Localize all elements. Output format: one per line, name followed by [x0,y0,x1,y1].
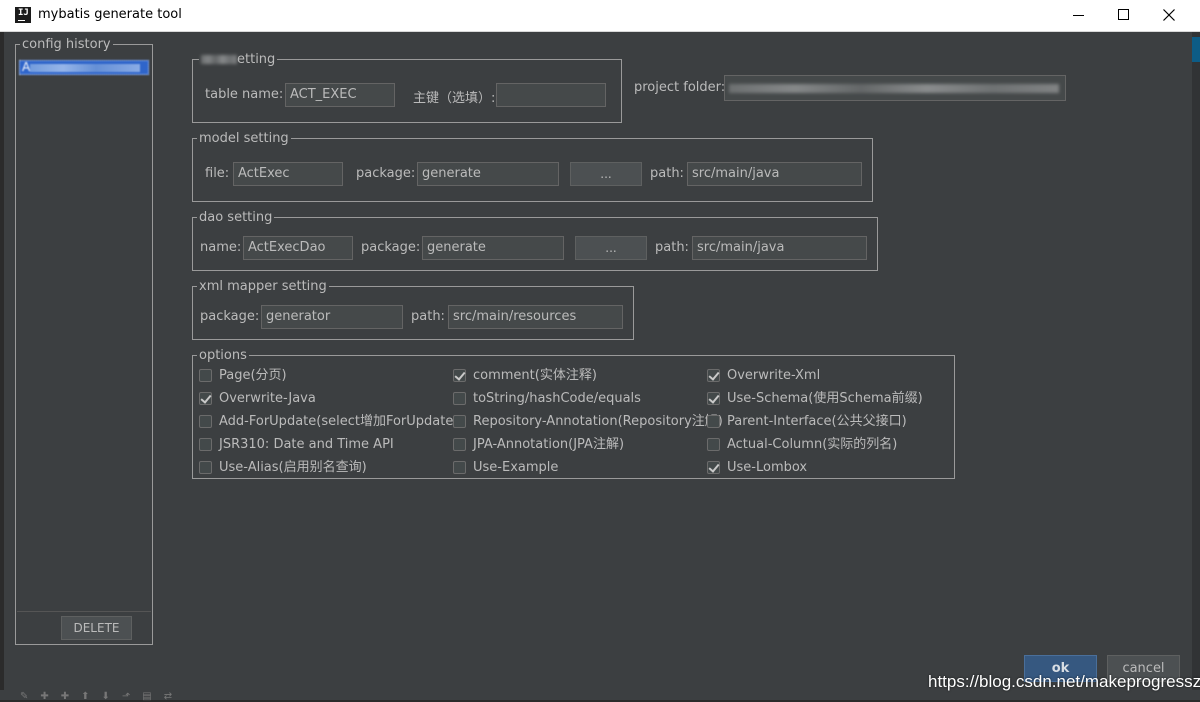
table-setting-group: etting table name: ACT_EXEC 主键（选填）: [192,52,622,123]
checkbox[interactable] [199,392,212,405]
config-history-legend: config history [20,37,113,52]
option-label: Use-Lombox [727,460,808,475]
ide-background-right [1192,31,1200,700]
options-legend: options [197,348,249,363]
option-label: Page(分页) [219,368,287,383]
option-label: Overwrite-Java [219,391,316,406]
ide-toolbar-icons: ✎✚✚⬆⬇⬏▤⇄ [20,691,185,702]
xml-package-label: package: [200,309,260,324]
xml-package-field[interactable]: generator [261,305,403,329]
project-folder-label: project folder: [634,80,726,95]
dao-package-field[interactable]: generate [422,236,564,260]
option-label: Use-Example [473,460,559,475]
checkbox[interactable] [453,369,466,382]
option-label: JSR310: Date and Time API [219,437,394,452]
blurred-text [30,64,140,72]
checkbox[interactable] [707,438,720,451]
checkbox[interactable] [199,415,212,428]
config-history-panel: config history A DELETE [15,37,153,645]
dao-name-field[interactable]: ActExecDao [243,236,353,260]
config-history-item-selected[interactable]: A [19,60,149,75]
checkbox[interactable] [199,369,212,382]
project-folder-field[interactable] [724,75,1066,101]
checkbox[interactable] [707,392,720,405]
xml-path-field[interactable]: src/main/resources [448,305,623,329]
config-history-list[interactable]: A [17,57,151,610]
watermark: https://blog.csdn.net/makeprogresszb [928,672,1200,691]
option-label: JPA-Annotation(JPA注解) [473,437,625,452]
divider [17,611,151,612]
dao-package-label: package: [361,240,421,255]
dao-path-label: path: [655,240,689,255]
minimize-button[interactable] [1055,0,1101,31]
model-setting-legend: model setting [197,131,291,146]
delete-button[interactable]: DELETE [61,616,132,640]
option-label: toString/hashCode/equals [473,391,641,406]
checkbox[interactable] [453,461,466,474]
model-file-field[interactable]: ActExec [233,162,343,186]
checkbox[interactable] [453,438,466,451]
table-name-field[interactable]: ACT_EXEC [285,83,395,107]
ide-selection-strip [1192,37,1200,62]
xml-path-label: path: [411,309,445,324]
model-path-field[interactable]: src/main/java [687,162,862,186]
primary-key-label: 主键（选填）: [413,91,496,106]
checkbox[interactable] [707,415,720,428]
model-path-label: path: [650,166,684,181]
dao-setting-group: dao setting name: ActExecDao package: ge… [192,210,878,271]
blurred-text [201,55,237,64]
table-setting-legend-text: etting [237,52,276,67]
option-label: Actual-Column(实际的列名) [727,437,898,452]
xml-mapper-setting-group: xml mapper setting package: generator pa… [192,279,634,340]
window-title: mybatis generate tool [38,7,182,22]
app-icon-text: IJ [18,8,29,18]
app-icon-underline [18,20,25,21]
dao-setting-legend: dao setting [197,210,275,225]
intellij-icon: IJ [15,7,31,23]
option-label: Repository-Annotation(Repository注解) [473,414,723,429]
model-setting-group: model setting file: ActExec package: gen… [192,131,873,202]
dao-path-field[interactable]: src/main/java [692,236,867,260]
ide-background-left [0,31,4,700]
title-bar: IJ mybatis generate tool [0,0,1200,32]
options-group: options Page(分页) comment(实体注释) Overwrite… [192,348,955,479]
close-icon [1163,9,1175,21]
checkbox[interactable] [453,392,466,405]
table-setting-legend: etting [199,52,278,67]
table-name-label: table name: [205,87,284,102]
config-history-item-label: A [22,60,31,74]
option-label: Use-Schema(使用Schema前缀) [727,391,923,406]
model-package-browse-button[interactable]: ... [570,162,642,186]
model-package-label: package: [356,166,416,181]
xml-mapper-setting-legend: xml mapper setting [197,279,329,294]
close-button[interactable] [1147,0,1193,31]
option-label: Overwrite-Xml [727,368,821,383]
primary-key-field[interactable] [496,83,606,107]
checkbox[interactable] [453,415,466,428]
option-label: Use-Alias(启用别名查询) [219,460,367,475]
checkbox[interactable] [707,461,720,474]
option-label: comment(实体注释) [473,368,597,383]
blurred-text [729,84,1059,93]
model-package-field[interactable]: generate [417,162,559,186]
option-label: Parent-Interface(公共父接口) [727,414,907,429]
generator-dialog: ✎✚✚⬆⬇⬏▤⇄ IJ mybatis generate tool config… [0,0,1200,702]
checkbox[interactable] [199,461,212,474]
checkbox[interactable] [707,369,720,382]
option-label: Add-ForUpdate(select增加ForUpdate) [219,414,459,429]
model-file-label: file: [205,166,230,181]
dao-package-browse-button[interactable]: ... [575,236,647,260]
dao-name-label: name: [200,240,242,255]
checkbox[interactable] [199,438,212,451]
maximize-button[interactable] [1101,0,1147,31]
